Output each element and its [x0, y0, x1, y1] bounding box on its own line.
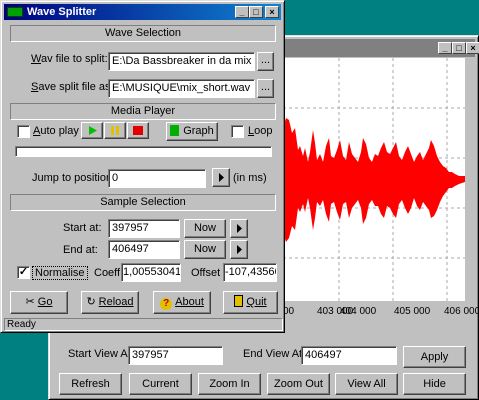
start-now-button[interactable]: Now	[184, 219, 226, 238]
play-icon	[89, 126, 97, 135]
zoom-out-button[interactable]: Zoom Out	[267, 373, 330, 395]
x-tick-2: 404 000	[340, 306, 377, 317]
offset-input[interactable]: -107,43566	[223, 263, 277, 282]
pause-button[interactable]	[104, 122, 126, 139]
play-button[interactable]	[81, 122, 103, 139]
zoom-in-button[interactable]: Zoom In	[198, 373, 261, 395]
end-arrow-button[interactable]	[230, 240, 248, 259]
x-tick-3: 405 000	[394, 306, 431, 317]
minimize-icon[interactable]: _	[235, 6, 249, 18]
jump-position-input[interactable]: 0	[108, 169, 206, 188]
sample-selection-heading: Sample Selection	[10, 194, 276, 211]
reload-label: Reload	[98, 296, 134, 308]
start-arrow-button[interactable]	[230, 219, 248, 238]
arrow-right-icon	[237, 245, 242, 254]
x-tick-4: 406 000	[444, 306, 479, 317]
hide-button[interactable]: Hide	[403, 373, 466, 395]
view-all-button[interactable]: View All	[335, 373, 398, 395]
scissors-icon: ✂	[25, 296, 35, 308]
maximize-icon[interactable]: □	[452, 42, 466, 54]
normalise-checkbox[interactable]: ✓	[17, 266, 30, 279]
end-view-input[interactable]: 406497	[301, 346, 397, 365]
jump-to-label: Jump to position:	[32, 172, 116, 184]
jump-unit-label: (in ms)	[233, 172, 267, 184]
start-at-label: Start at:	[63, 222, 102, 234]
save-file-input[interactable]: E:\MUSIQUE\mix_short.wav	[108, 79, 255, 98]
end-view-label: End View At	[243, 348, 303, 360]
save-browse-button[interactable]: ...	[257, 79, 274, 98]
stop-button[interactable]	[127, 122, 149, 139]
reload-icon: ↻	[86, 296, 96, 308]
current-button[interactable]: Current	[129, 373, 192, 395]
arrow-right-icon	[237, 224, 242, 233]
apply-button[interactable]: Apply	[403, 346, 466, 368]
window-title: Wave Splitter	[27, 6, 97, 18]
auto-play-label: Auto play	[33, 125, 79, 137]
maximize-icon[interactable]: □	[249, 6, 263, 18]
graph-label: Graph	[183, 125, 214, 137]
wave-splitter-window: Wave Splitter _ □ × Wave Selection Wav f…	[0, 0, 285, 333]
loop-label: Loop	[248, 125, 273, 137]
wav-file-label: Wav file to split:	[31, 53, 108, 65]
graph-button[interactable]: Graph	[166, 122, 218, 141]
close-icon[interactable]: ×	[265, 6, 279, 18]
start-at-input[interactable]: 397957	[108, 219, 180, 238]
start-view-label: Start View At	[68, 348, 131, 360]
go-label: Go	[37, 296, 53, 308]
status-bar: Ready	[4, 318, 283, 331]
wave-selection-heading: Wave Selection	[10, 25, 276, 42]
waveform-signal	[283, 118, 465, 242]
pause-icon	[111, 126, 119, 135]
end-at-label: End at:	[63, 244, 98, 256]
jump-go-button[interactable]	[212, 168, 230, 187]
refresh-button[interactable]: Refresh	[59, 373, 122, 395]
offset-label: Offset	[191, 267, 221, 279]
waveform-chart	[283, 58, 465, 301]
arrow-right-icon	[219, 173, 224, 182]
about-label: About	[175, 296, 204, 308]
quit-label: Quit	[246, 296, 267, 308]
about-button[interactable]: ? About	[153, 291, 211, 314]
playback-position-bar[interactable]	[15, 146, 272, 157]
auto-play-checkbox[interactable]	[17, 125, 30, 138]
graph-icon	[170, 125, 180, 136]
waveform-plot[interactable]	[283, 58, 465, 301]
coeff-label: Coeff	[94, 267, 121, 279]
end-now-button[interactable]: Now	[184, 240, 226, 259]
normalise-label[interactable]: Normalise	[32, 266, 88, 280]
wav-file-input[interactable]: E:\Da Bassbreaker in da mix 2.wav	[108, 52, 255, 71]
app-icon	[7, 7, 23, 17]
exit-door-icon	[234, 295, 244, 307]
stop-icon	[133, 126, 143, 135]
question-icon: ?	[160, 298, 173, 310]
save-file-label: Save split file as:	[31, 81, 114, 93]
wave-splitter-titlebar[interactable]: Wave Splitter _ □ ×	[4, 4, 281, 20]
close-icon[interactable]: ×	[466, 42, 479, 54]
status-text: Ready	[7, 319, 36, 330]
go-button[interactable]: ✂ Go	[10, 291, 68, 314]
coeff-input[interactable]: 1,005530417	[121, 263, 181, 282]
reload-button[interactable]: ↻ Reload	[81, 291, 139, 314]
start-view-input[interactable]: 397957	[128, 346, 223, 365]
end-at-input[interactable]: 406497	[108, 240, 180, 259]
wav-browse-button[interactable]: ...	[257, 52, 274, 71]
loop-checkbox[interactable]	[231, 125, 244, 138]
minimize-icon[interactable]: _	[438, 42, 452, 54]
media-player-heading: Media Player	[10, 103, 276, 120]
quit-button[interactable]: Quit	[223, 291, 278, 314]
